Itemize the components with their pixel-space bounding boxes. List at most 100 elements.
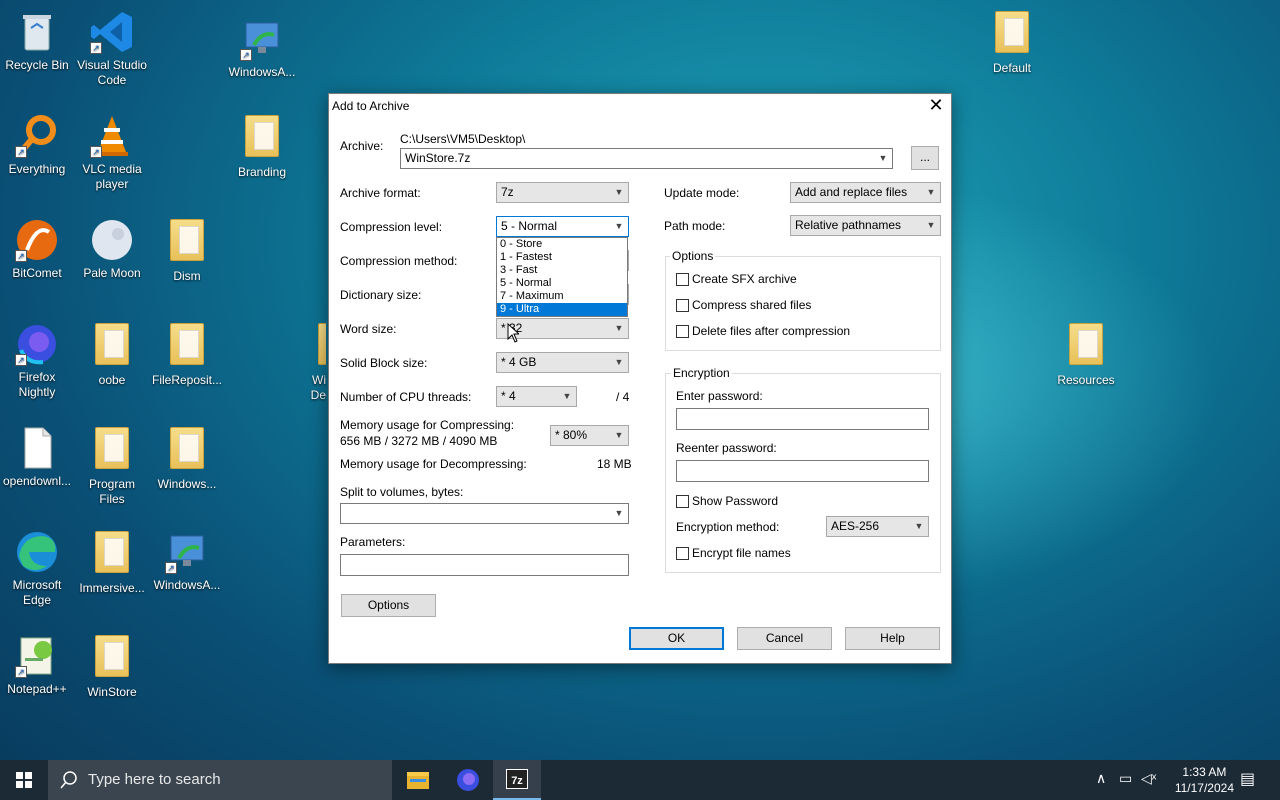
ok-button[interactable]: OK [629, 627, 724, 650]
pale-moon-icon [88, 216, 136, 264]
taskbar-firefox-nightly[interactable] [444, 760, 492, 800]
taskbar-clock[interactable]: 1:33 AM 11/17/2024 [1175, 764, 1234, 796]
show-password-label: Show Password [692, 494, 779, 508]
delete-after-label: Delete files after compression [692, 324, 851, 338]
browse-button[interactable]: ... [911, 146, 939, 170]
split-volumes-combo[interactable]: ▼ [340, 503, 629, 524]
compression-level-select[interactable]: 5 - Normal ▼ [496, 216, 629, 237]
desktop-icon-winstore[interactable]: WinStore [75, 632, 149, 700]
dictionary-size-label: Dictionary size: [340, 288, 422, 302]
compression-level-dropdown[interactable]: 0 - Store 1 - Fastest 3 - Fast 5 - Norma… [496, 237, 628, 317]
update-mode-label: Update mode: [664, 186, 740, 200]
archive-format-select[interactable]: 7z ▼ [496, 182, 629, 203]
desktop-icon-hidden-1[interactable]: Wi De [300, 320, 326, 403]
close-icon[interactable]: ✕ [921, 94, 951, 118]
help-button[interactable]: Help [845, 627, 940, 650]
path-mode-select[interactable]: Relative pathnames ▼ [790, 215, 941, 236]
desktop-icon-vlc[interactable]: ↗ VLC media player [75, 112, 149, 192]
desktop-icon-recycle-bin[interactable]: Recycle Bin [0, 8, 74, 73]
volume-muted-icon[interactable]: ◁ˣ [1141, 770, 1156, 787]
archive-name-combo[interactable]: WinStore.7z ▼ [400, 148, 893, 169]
dialog-titlebar[interactable]: Add to Archive ✕ [329, 94, 951, 118]
memory-compressing-label: Memory usage for Compressing: [340, 418, 515, 432]
level-option[interactable]: 3 - Fast [497, 264, 627, 277]
desktop-icon-immersive[interactable]: Immersive... [75, 528, 149, 596]
folder-icon [1062, 323, 1110, 371]
encrypt-names-checkbox[interactable]: Encrypt file names [676, 546, 791, 560]
encryption-method-label: Encryption method: [676, 520, 780, 534]
archive-name-value: WinStore.7z [405, 151, 471, 165]
level-option[interactable]: 0 - Store [497, 238, 627, 251]
cpu-threads-select[interactable]: * 4 ▼ [496, 386, 577, 407]
create-sfx-checkbox[interactable]: Create SFX archive [676, 272, 797, 286]
desktop-icon-label: Everything [8, 162, 66, 176]
desktop-icon-vscode[interactable]: ↗ Visual Studio Code [75, 8, 149, 88]
firefox-nightly-icon: ↗ [13, 320, 61, 368]
chevron-up-icon[interactable]: ∧ [1096, 770, 1106, 787]
desktop-icon-resources[interactable]: Resources [1049, 320, 1123, 388]
cancel-button[interactable]: Cancel [737, 627, 832, 650]
taskbar-search-box[interactable]: Type here to search [48, 760, 392, 800]
delete-after-checkbox[interactable]: Delete files after compression [676, 324, 850, 338]
chevron-down-icon: ▼ [926, 187, 936, 197]
desktop-icon-windowsa-2[interactable]: ↗ WindowsA... [150, 528, 224, 593]
desktop-icon-windows-folder[interactable]: Windows... [150, 424, 224, 492]
memory-usage-select[interactable]: * 80% ▼ [550, 425, 629, 446]
network-icon[interactable]: ▭ [1119, 770, 1132, 787]
parameters-label: Parameters: [340, 535, 406, 549]
checkbox-icon [676, 494, 689, 508]
parameters-input[interactable] [340, 554, 629, 576]
show-password-checkbox[interactable]: Show Password [676, 494, 778, 508]
desktop-icon-default[interactable]: Default [975, 8, 1049, 76]
desktop-icon-branding[interactable]: Branding [225, 112, 299, 180]
compress-shared-checkbox[interactable]: Compress shared files [676, 298, 811, 312]
desktop-icon-label: Windows... [157, 477, 217, 491]
taskbar-7zip[interactable]: 7z [493, 760, 541, 800]
desktop-icon-label: Default [992, 61, 1032, 75]
desktop-icon-windowsa-1[interactable]: ↗ WindowsA... [225, 15, 299, 80]
desktop-icon-opendownload[interactable]: opendownl... [0, 424, 74, 489]
windows-app-icon: ↗ [163, 528, 211, 576]
desktop-icon-dism[interactable]: Dism [150, 216, 224, 284]
dialog-title: Add to Archive [332, 99, 410, 113]
level-option[interactable]: 1 - Fastest [497, 251, 627, 264]
checkbox-icon [676, 298, 689, 312]
desktop-icon-label: Microsoft Edge [12, 578, 62, 607]
desktop-icon-everything[interactable]: ↗ Everything [0, 112, 74, 177]
enter-password-input[interactable] [676, 408, 929, 430]
update-mode-select[interactable]: Add and replace files ▼ [790, 182, 941, 203]
desktop-icon-bitcomet[interactable]: ↗ BitComet [0, 216, 74, 281]
chevron-down-icon: ▼ [878, 153, 888, 163]
folder-icon [163, 323, 211, 371]
solid-block-size-select[interactable]: * 4 GB ▼ [496, 352, 629, 373]
chevron-down-icon: ▼ [926, 220, 936, 230]
encryption-method-select[interactable]: AES-256 ▼ [826, 516, 929, 537]
taskbar-file-explorer[interactable] [394, 760, 442, 800]
reenter-password-input[interactable] [676, 460, 929, 482]
desktop-icon-filerepository[interactable]: FileReposit... [150, 320, 224, 388]
desktop-icon-label: WindowsA... [228, 65, 296, 79]
folder-icon [988, 11, 1036, 59]
desktop-icon-firefox-nightly[interactable]: ↗ Firefox Nightly [0, 320, 74, 400]
desktop-icon-label: BitComet [12, 266, 62, 280]
archive-label: Archive: [340, 139, 384, 153]
desktop-icon-program-files[interactable]: Program Files [75, 424, 149, 507]
search-placeholder: Type here to search [88, 771, 221, 788]
level-option[interactable]: 7 - Maximum [497, 290, 627, 303]
desktop-icon-pale-moon[interactable]: Pale Moon [75, 216, 149, 281]
notification-icon[interactable]: ▤ [1240, 769, 1255, 789]
desktop-icon-label: Resources [1057, 373, 1115, 387]
desktop-icon-notepadpp[interactable]: ↗ Notepad++ [0, 632, 74, 697]
chevron-down-icon: ▼ [562, 391, 572, 401]
desktop-icon-label: Wi [312, 373, 326, 387]
desktop-icon-label: Firefox Nightly [18, 370, 56, 399]
start-button[interactable] [0, 760, 48, 800]
solid-block-size-label: Solid Block size: [340, 356, 428, 370]
desktop-icon-edge[interactable]: Microsoft Edge [0, 528, 74, 608]
level-option-highlighted[interactable]: 9 - Ultra [497, 303, 627, 316]
desktop-icon-oobe[interactable]: oobe [75, 320, 149, 388]
options-button[interactable]: Options [341, 594, 436, 617]
level-option[interactable]: 5 - Normal [497, 277, 627, 290]
7zip-icon: 7z [506, 769, 528, 789]
memory-usage-value: * 80% [555, 428, 588, 442]
